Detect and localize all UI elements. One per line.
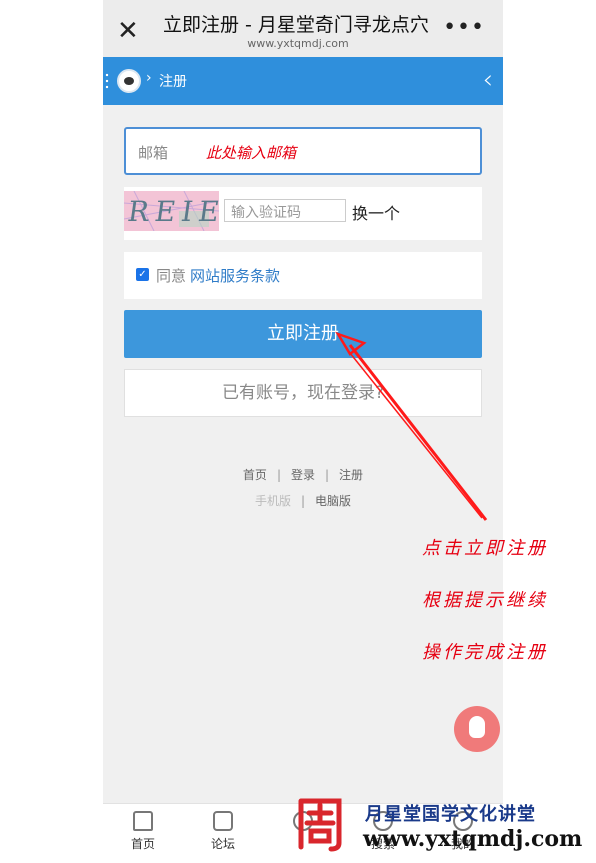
register-button[interactable]: 立即注册 <box>124 310 482 358</box>
home-icon <box>133 811 153 831</box>
tab-forum-label: 论坛 <box>210 837 235 851</box>
watermark-title: 月星堂国学文化讲堂 <box>365 804 536 825</box>
agree-label: 同意 <box>156 267 187 285</box>
terms-link[interactable]: 网站服务条款 <box>190 267 280 285</box>
breadcrumb-current: 注册 <box>159 74 187 90</box>
grid-icon <box>213 811 233 831</box>
agree-row: ✓ 同意 网站服务条款 <box>124 252 482 299</box>
mobile-version-link[interactable]: 手机版 <box>255 494 291 508</box>
agree-label-wrap: 同意 网站服务条款 <box>156 265 280 286</box>
breadcrumb-separator: › <box>146 70 152 86</box>
close-icon[interactable]: ✕ <box>117 18 139 44</box>
footer-home-link[interactable]: 首页 <box>243 468 267 482</box>
annotation-line-3: 操作完成注册 <box>422 642 548 663</box>
captcha-row: REIE 输入验证码 换一个 <box>124 187 482 240</box>
tab-home-label: 首页 <box>130 837 155 851</box>
email-hint-annotation: 此处输入邮箱 <box>206 144 297 162</box>
page-title: 立即注册 - 月星堂奇门寻龙点穴 <box>163 14 429 36</box>
watermark-seal <box>298 798 342 852</box>
agree-checkbox[interactable]: ✓ <box>136 268 149 281</box>
desktop-version-link[interactable]: 电脑版 <box>315 494 351 508</box>
captcha-characters: REIE <box>125 195 219 228</box>
annotation-line-2: 根据提示继续 <box>422 590 548 611</box>
qq-chat-icon[interactable] <box>454 706 500 752</box>
phone-screen: ✕ 立即注册 - 月星堂奇门寻龙点穴 www.yxtqmdj.com ••• ›… <box>103 0 503 863</box>
menu-dots-icon[interactable] <box>105 72 109 90</box>
footer-version-links: 手机版 | 电脑版 <box>254 494 352 508</box>
email-field[interactable]: 邮箱 此处输入邮箱 <box>124 127 482 175</box>
tab-home[interactable]: 首页 <box>113 804 173 863</box>
login-button[interactable]: 已有账号，现在登录? <box>124 369 482 417</box>
email-label: 邮箱 <box>138 144 169 162</box>
captcha-refresh-link[interactable]: 换一个 <box>352 200 400 224</box>
footer-login-link[interactable]: 登录 <box>291 468 315 482</box>
watermark-url: www.yxtqmdj.com <box>363 826 583 852</box>
captcha-input[interactable]: 输入验证码 <box>224 199 346 222</box>
captcha-image[interactable]: REIE <box>124 191 219 231</box>
footer-register-link[interactable]: 注册 <box>339 468 363 482</box>
page-url: www.yxtqmdj.com <box>247 37 349 50</box>
back-icon[interactable]: ‹ <box>483 65 493 95</box>
nav-bar: › 注册 ‹ <box>103 57 503 105</box>
more-icon[interactable]: ••• <box>443 15 485 40</box>
annotation-line-1: 点击立即注册 <box>422 538 548 559</box>
avatar[interactable] <box>117 69 141 93</box>
tab-forum[interactable]: 论坛 <box>193 804 253 863</box>
footer-links: 首页 | 登录 | 注册 <box>242 468 364 482</box>
browser-title-bar: ✕ 立即注册 - 月星堂奇门寻龙点穴 www.yxtqmdj.com ••• <box>103 0 503 57</box>
